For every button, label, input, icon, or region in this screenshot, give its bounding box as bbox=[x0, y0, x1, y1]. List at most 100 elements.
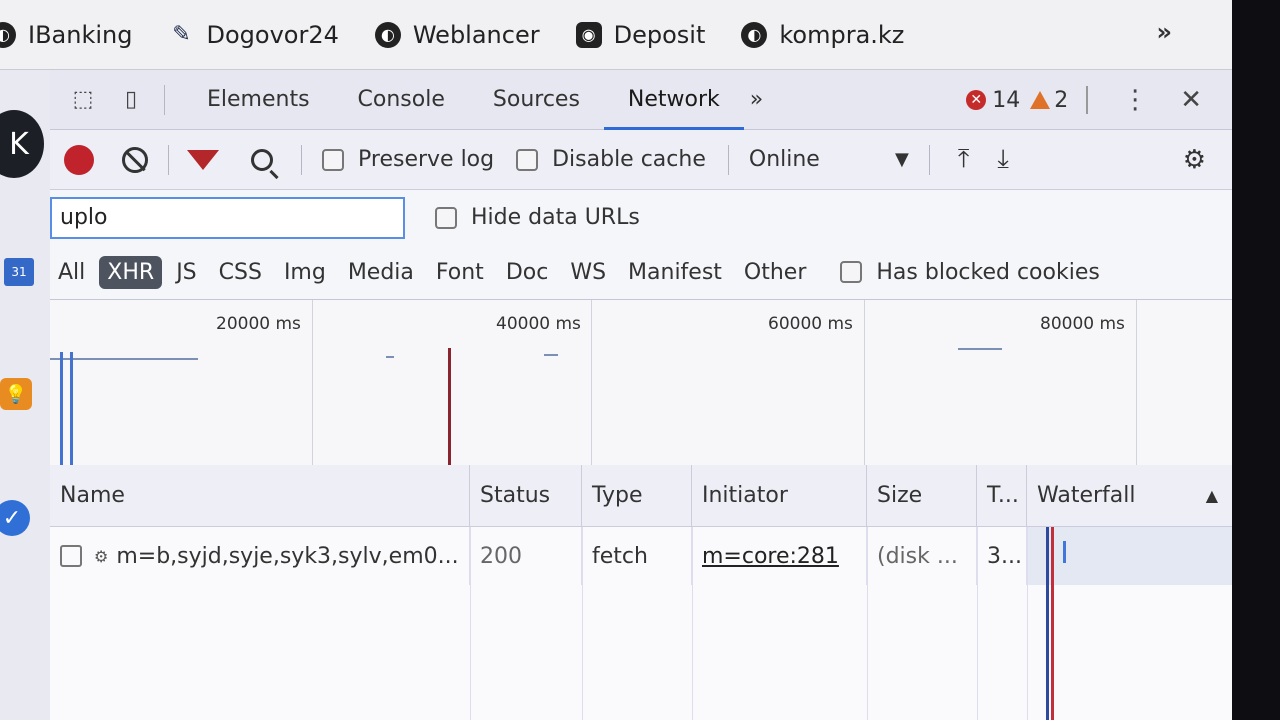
table-row[interactable]: ⚙ m=b,syjd,syje,syk3,sylv,em0... 200 fet… bbox=[50, 527, 1232, 585]
close-icon[interactable]: ✕ bbox=[1180, 85, 1202, 115]
camera-icon: ◉ bbox=[575, 21, 602, 48]
chevron-down-icon: ▼ bbox=[895, 149, 909, 170]
blocked-cookies-checkbox[interactable]: Has blocked cookies bbox=[840, 259, 1100, 285]
overview-marker bbox=[60, 352, 63, 475]
checkbox[interactable] bbox=[435, 206, 457, 229]
column-type[interactable]: Type bbox=[582, 465, 692, 526]
gear-icon: ⚙ bbox=[94, 546, 109, 566]
network-overview[interactable]: 20000 ms 40000 ms 60000 ms 80000 ms bbox=[50, 300, 1232, 475]
screen: ◐ IBanking ✎ Dogovor24 ◐ Weblancer ◉ Dep… bbox=[0, 0, 1232, 720]
type-all[interactable]: All bbox=[50, 256, 93, 289]
type-ws[interactable]: WS bbox=[562, 256, 614, 289]
overview-tick: 60000 ms bbox=[768, 314, 853, 334]
record-button[interactable] bbox=[64, 144, 94, 175]
bookmark-kompra[interactable]: ◐ kompra.kz bbox=[741, 21, 904, 49]
type-other[interactable]: Other bbox=[736, 256, 814, 289]
column-divider bbox=[692, 527, 693, 720]
checkbox[interactable] bbox=[322, 148, 344, 171]
column-name[interactable]: Name bbox=[50, 465, 470, 526]
lightbulb-icon[interactable]: 💡 bbox=[0, 378, 32, 410]
error-icon: ✕ bbox=[966, 90, 987, 110]
tab-network[interactable]: Network bbox=[603, 70, 744, 130]
checkbox[interactable] bbox=[516, 148, 539, 171]
bookmark-ibanking[interactable]: ◐ IBanking bbox=[0, 21, 132, 49]
warning-count: 2 bbox=[1054, 87, 1069, 113]
gear-icon[interactable]: ⚙ bbox=[1183, 145, 1206, 175]
type-font[interactable]: Font bbox=[428, 256, 492, 289]
waterfall-dom-loaded-line bbox=[1046, 527, 1049, 720]
tab-sources[interactable]: Sources bbox=[469, 70, 604, 130]
overview-tick: 40000 ms bbox=[496, 314, 581, 334]
upload-icon[interactable]: ⤒ bbox=[958, 144, 970, 175]
filter-icon[interactable] bbox=[187, 149, 219, 170]
overview-gridline bbox=[864, 300, 865, 474]
overview-gridline bbox=[1136, 300, 1137, 474]
divider bbox=[168, 144, 169, 175]
tab-elements[interactable]: Elements bbox=[183, 70, 334, 130]
inspect-element-icon[interactable]: ⬚ bbox=[68, 85, 98, 115]
bookmark-deposit[interactable]: ◉ Deposit bbox=[575, 21, 705, 49]
network-toolbar: Preserve log Disable cache Online ▼ ⤒ ⤓ … bbox=[50, 130, 1232, 190]
cell-status: 200 bbox=[470, 527, 582, 585]
clear-icon[interactable] bbox=[122, 146, 148, 173]
checkbox[interactable] bbox=[840, 261, 863, 283]
hide-data-urls-label: Hide data URLs bbox=[471, 205, 640, 230]
type-css[interactable]: CSS bbox=[211, 256, 270, 289]
type-media[interactable]: Media bbox=[340, 256, 422, 289]
network-request-table: Name Status Type Initiator Size T... Wat… bbox=[50, 465, 1232, 720]
devtools-panel: ⬚ ▯ Elements Console Sources Network » ✕… bbox=[50, 70, 1232, 720]
bookmark-label: kompra.kz bbox=[779, 20, 905, 49]
more-tabs-button[interactable]: » bbox=[750, 87, 763, 112]
bookmark-dogovor24[interactable]: ✎ Dogovor24 bbox=[168, 21, 339, 49]
globe-icon: ◐ bbox=[374, 21, 401, 48]
hide-data-urls-checkbox[interactable]: Hide data URLs bbox=[435, 205, 640, 230]
column-divider bbox=[582, 527, 583, 720]
filter-row: Hide data URLs bbox=[50, 190, 1232, 245]
bookmarks-more-button[interactable]: » bbox=[1156, 18, 1172, 46]
overview-bar bbox=[544, 354, 558, 356]
bookmark-label: Weblancer bbox=[412, 20, 540, 49]
cell-size: (disk ... bbox=[867, 527, 977, 585]
bezel bbox=[1232, 0, 1280, 720]
filter-input[interactable] bbox=[50, 196, 405, 239]
column-status[interactable]: Status bbox=[470, 465, 582, 526]
disable-cache-checkbox[interactable]: Disable cache bbox=[516, 147, 706, 172]
type-js[interactable]: JS bbox=[168, 256, 204, 289]
bookmark-weblancer[interactable]: ◐ Weblancer bbox=[374, 20, 540, 49]
type-manifest[interactable]: Manifest bbox=[620, 256, 730, 289]
overview-tick: 80000 ms bbox=[1040, 314, 1125, 334]
waterfall-label: Waterfall bbox=[1037, 483, 1136, 508]
preserve-log-label: Preserve log bbox=[358, 147, 495, 172]
type-img[interactable]: Img bbox=[276, 256, 334, 289]
type-doc[interactable]: Doc bbox=[498, 256, 557, 289]
check-icon[interactable]: ✓ bbox=[0, 500, 30, 536]
issues-counter[interactable]: ✕ 14 2 ⋮ ✕ bbox=[966, 70, 1218, 130]
row-checkbox[interactable] bbox=[60, 545, 82, 567]
type-xhr[interactable]: XHR bbox=[99, 255, 163, 289]
download-icon[interactable]: ⤓ bbox=[997, 144, 1009, 175]
search-icon[interactable] bbox=[251, 148, 273, 171]
avatar[interactable]: K bbox=[0, 110, 44, 178]
divider bbox=[1086, 86, 1089, 114]
device-toolbar-icon[interactable]: ▯ bbox=[116, 85, 146, 115]
column-initiator[interactable]: Initiator bbox=[692, 465, 867, 526]
column-waterfall[interactable]: Waterfall ▲ bbox=[1027, 465, 1232, 526]
throttling-value: Online bbox=[748, 147, 820, 172]
request-name: m=b,syjd,syje,syk3,sylv,em0... bbox=[116, 543, 459, 569]
calendar-icon[interactable]: 31 bbox=[4, 258, 34, 286]
overview-bar bbox=[386, 356, 394, 358]
cell-time: 3... bbox=[977, 527, 1027, 585]
blocked-cookies-label: Has blocked cookies bbox=[876, 259, 1100, 285]
initiator-link[interactable]: m=core:281 bbox=[692, 527, 867, 585]
globe-icon: ◐ bbox=[0, 21, 16, 48]
kebab-menu-icon[interactable]: ⋮ bbox=[1122, 85, 1148, 115]
column-size[interactable]: Size bbox=[867, 465, 977, 526]
throttling-select[interactable]: Online ▼ bbox=[749, 147, 909, 172]
sort-ascending-icon: ▲ bbox=[1205, 486, 1218, 505]
cell-waterfall bbox=[1027, 527, 1232, 585]
column-time[interactable]: T... bbox=[977, 465, 1027, 526]
preserve-log-checkbox[interactable]: Preserve log bbox=[322, 147, 494, 172]
divider bbox=[727, 144, 729, 175]
tab-console[interactable]: Console bbox=[334, 70, 469, 130]
cell-type: fetch bbox=[582, 527, 692, 585]
